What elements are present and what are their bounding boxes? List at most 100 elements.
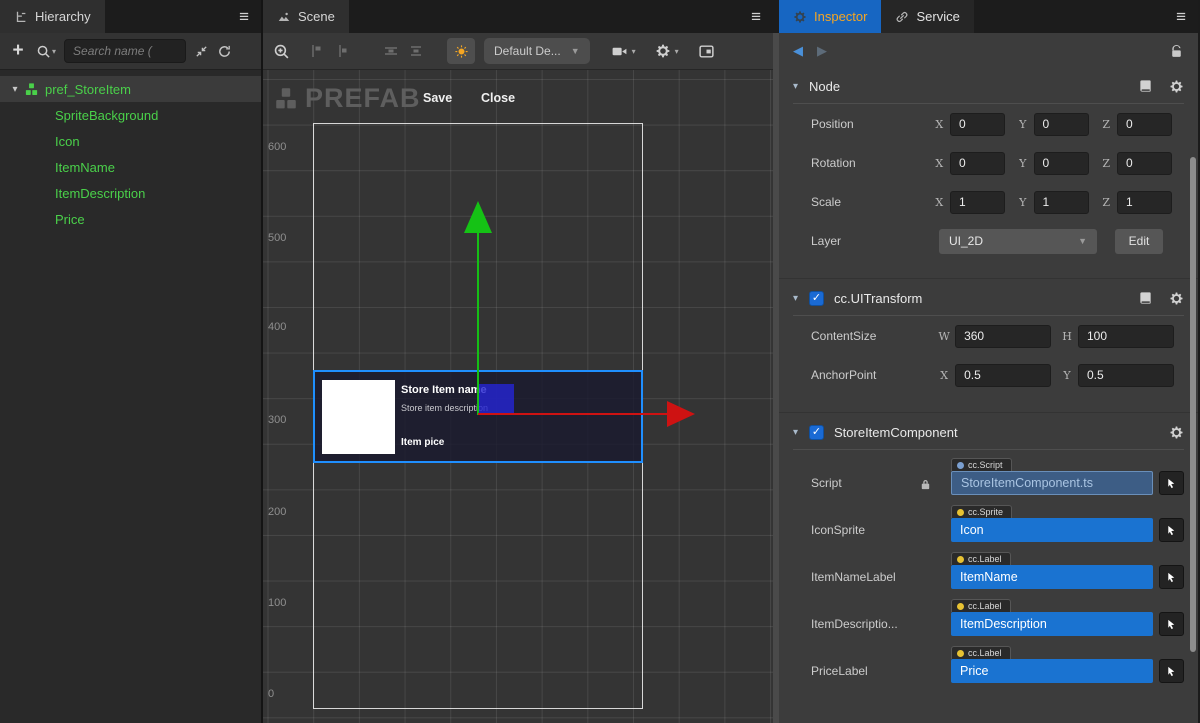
- unlock-icon[interactable]: [1169, 44, 1184, 59]
- search-filter-button[interactable]: ▾: [36, 44, 56, 59]
- lighting-toggle-button[interactable]: [447, 38, 475, 64]
- script-property-row: Script cc.Script StoreItemComponent.ts: [779, 458, 1198, 495]
- content-size-h-input[interactable]: [1078, 325, 1174, 348]
- collapse-arrow-icon[interactable]: ▾: [793, 81, 809, 92]
- hierarchy-tabbar: Hierarchy ≡: [0, 0, 261, 33]
- tab-service[interactable]: Service: [881, 0, 973, 33]
- reference-picker-button[interactable]: [1159, 518, 1184, 542]
- expand-arrow-icon[interactable]: ▾: [6, 84, 24, 95]
- docs-book-icon[interactable]: [1138, 291, 1153, 306]
- tab-hierarchy[interactable]: Hierarchy: [0, 0, 105, 33]
- scale-y-input[interactable]: [1034, 191, 1089, 214]
- scene-canvas[interactable]: 600 500 400 300 200 100 0 PREFAB Save Cl…: [263, 70, 773, 723]
- zoom-icon[interactable]: [273, 43, 290, 60]
- node-section-header[interactable]: ▾ Node: [779, 69, 1198, 103]
- axis-x-label: X: [938, 369, 950, 382]
- layer-select[interactable]: UI_2D ▼: [939, 229, 1097, 254]
- rotation-z-input[interactable]: [1117, 152, 1172, 175]
- type-chip: cc.Label: [951, 646, 1011, 659]
- align-left-icon[interactable]: [309, 43, 325, 59]
- inspector-scrollbar[interactable]: [1190, 157, 1196, 652]
- gizmo-y-axis[interactable]: [477, 232, 479, 415]
- collapse-arrow-icon[interactable]: ▾: [793, 427, 809, 438]
- anchor-point-x-input[interactable]: [955, 364, 1051, 387]
- collapse-arrow-icon[interactable]: ▾: [793, 293, 809, 304]
- prefab-close-button[interactable]: Close: [481, 91, 515, 105]
- gizmo-x-arrowhead-icon[interactable]: [667, 401, 695, 427]
- scene-menu-icon[interactable]: ≡: [739, 0, 773, 33]
- tree-row[interactable]: ItemName: [0, 154, 261, 180]
- reference-picker-button[interactable]: [1159, 565, 1184, 589]
- item-description-reference-field[interactable]: ItemDescription: [951, 612, 1153, 636]
- scale-label: Scale: [811, 195, 934, 209]
- inspector-menu-icon[interactable]: ≡: [1164, 0, 1198, 33]
- tree-row[interactable]: ItemDescription: [0, 180, 261, 206]
- content-size-label: ContentSize: [811, 329, 938, 343]
- history-back-button[interactable]: ◀: [793, 43, 803, 59]
- rotation-y-input[interactable]: [1034, 152, 1089, 175]
- search-input[interactable]: [64, 39, 186, 63]
- distribute-vertical-icon[interactable]: [383, 43, 399, 59]
- hierarchy-tree-icon: [14, 10, 28, 24]
- camera-settings-button[interactable]: ▾: [611, 43, 636, 60]
- inspector-panel: Inspector Service ≡ ◀ ▶: [779, 0, 1198, 723]
- position-y-input[interactable]: [1034, 113, 1089, 136]
- uitransform-section-header[interactable]: ▾ ✓ cc.UITransform: [779, 281, 1198, 315]
- minimap-toggle-icon[interactable]: [698, 43, 715, 60]
- view-mode-dropdown[interactable]: Default De... ▼: [484, 38, 590, 64]
- item-name-reference-field[interactable]: ItemName: [951, 565, 1153, 589]
- tab-inspector[interactable]: Inspector: [779, 0, 881, 33]
- history-forward-button[interactable]: ▶: [817, 43, 827, 59]
- camera-icon: [611, 43, 628, 60]
- node-section: ▾ Node Position X Y: [779, 69, 1198, 268]
- tree-row[interactable]: Icon: [0, 128, 261, 154]
- collapse-all-icon[interactable]: [194, 44, 209, 59]
- scale-z-input[interactable]: [1117, 191, 1172, 214]
- script-reference-field[interactable]: StoreItemComponent.ts: [951, 471, 1153, 495]
- hierarchy-menu-icon[interactable]: ≡: [227, 0, 261, 33]
- prefab-save-button[interactable]: Save: [423, 91, 452, 105]
- icon-sprite-reference-field[interactable]: Icon: [951, 518, 1153, 542]
- price-reference-field[interactable]: Price: [951, 659, 1153, 683]
- align-center-horizontal-icon[interactable]: [334, 43, 350, 59]
- tree-row-root[interactable]: ▾ pref_StoreItem: [0, 76, 261, 102]
- anchor-point-y-input[interactable]: [1078, 364, 1174, 387]
- service-link-icon: [895, 10, 909, 24]
- distribute-center-icon[interactable]: [408, 43, 424, 59]
- uitransform-section-title: cc.UITransform: [834, 291, 922, 306]
- refresh-icon[interactable]: [217, 44, 232, 59]
- gear-icon[interactable]: [1169, 79, 1184, 94]
- tab-scene[interactable]: Scene: [263, 0, 349, 33]
- position-x-input[interactable]: [950, 113, 1005, 136]
- gizmo-x-axis[interactable]: [478, 413, 670, 415]
- gizmo-y-arrowhead-icon[interactable]: [464, 201, 492, 233]
- divider: [793, 315, 1184, 316]
- position-z-input[interactable]: [1117, 113, 1172, 136]
- component-enabled-checkbox[interactable]: ✓: [809, 425, 824, 440]
- position-label: Position: [811, 117, 934, 131]
- component-enabled-checkbox[interactable]: ✓: [809, 291, 824, 306]
- create-node-button[interactable]: +: [8, 40, 28, 62]
- dropdown-arrow-icon: ▼: [1078, 236, 1087, 246]
- inspector-tabbar: Inspector Service ≡: [779, 0, 1198, 33]
- rotation-label: Rotation: [811, 156, 934, 170]
- content-size-w-input[interactable]: [955, 325, 1051, 348]
- type-dot-icon: [957, 650, 964, 657]
- layer-edit-button[interactable]: Edit: [1115, 229, 1163, 254]
- reference-picker-button[interactable]: [1159, 659, 1184, 683]
- rotation-x-input[interactable]: [950, 152, 1005, 175]
- tree-row[interactable]: SpriteBackground: [0, 102, 261, 128]
- gear-icon[interactable]: [1169, 291, 1184, 306]
- tree-row[interactable]: Price: [0, 206, 261, 232]
- scene-settings-button[interactable]: ▾: [655, 43, 679, 59]
- gizmo-plane-handle[interactable]: [478, 384, 514, 415]
- component-section-header[interactable]: ▾ ✓ StoreItemComponent: [779, 415, 1198, 449]
- reference-picker-button[interactable]: [1159, 612, 1184, 636]
- tree-node-label: SpriteBackground: [55, 108, 158, 123]
- docs-book-icon[interactable]: [1138, 79, 1153, 94]
- item-icon-sprite: [322, 380, 395, 454]
- gear-icon[interactable]: [1169, 425, 1184, 440]
- reference-picker-button[interactable]: [1159, 471, 1184, 495]
- scale-x-input[interactable]: [950, 191, 1005, 214]
- tree-node-label: ItemDescription: [55, 186, 145, 201]
